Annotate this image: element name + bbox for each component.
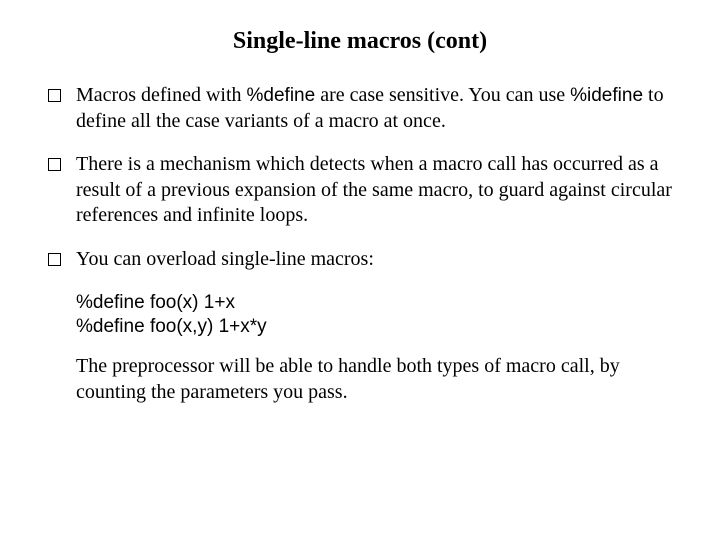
followup-text: The preprocessor will be able to handle …: [76, 354, 672, 405]
bullet-text: You can overload single-line macros:: [76, 248, 374, 270]
bullet-item: Macros defined with %define are case sen…: [48, 83, 672, 134]
bullet-text: are case sensitive. You can use: [315, 84, 570, 106]
slide: Single-line macros (cont) Macros defined…: [0, 0, 720, 540]
bullet-item: There is a mechanism which detects when …: [48, 152, 672, 229]
bullet-list: Macros defined with %define are case sen…: [48, 83, 672, 273]
bullet-item: You can overload single-line macros:: [48, 247, 672, 273]
bullet-text: There is a mechanism which detects when …: [76, 153, 672, 226]
slide-title: Single-line macros (cont): [48, 28, 672, 55]
bullet-text: Macros defined with: [76, 84, 247, 106]
inline-code: %define: [247, 85, 316, 106]
inline-code: %idefine: [570, 85, 643, 106]
code-block: %define foo(x) 1+x %define foo(x,y) 1+x*…: [76, 291, 672, 340]
